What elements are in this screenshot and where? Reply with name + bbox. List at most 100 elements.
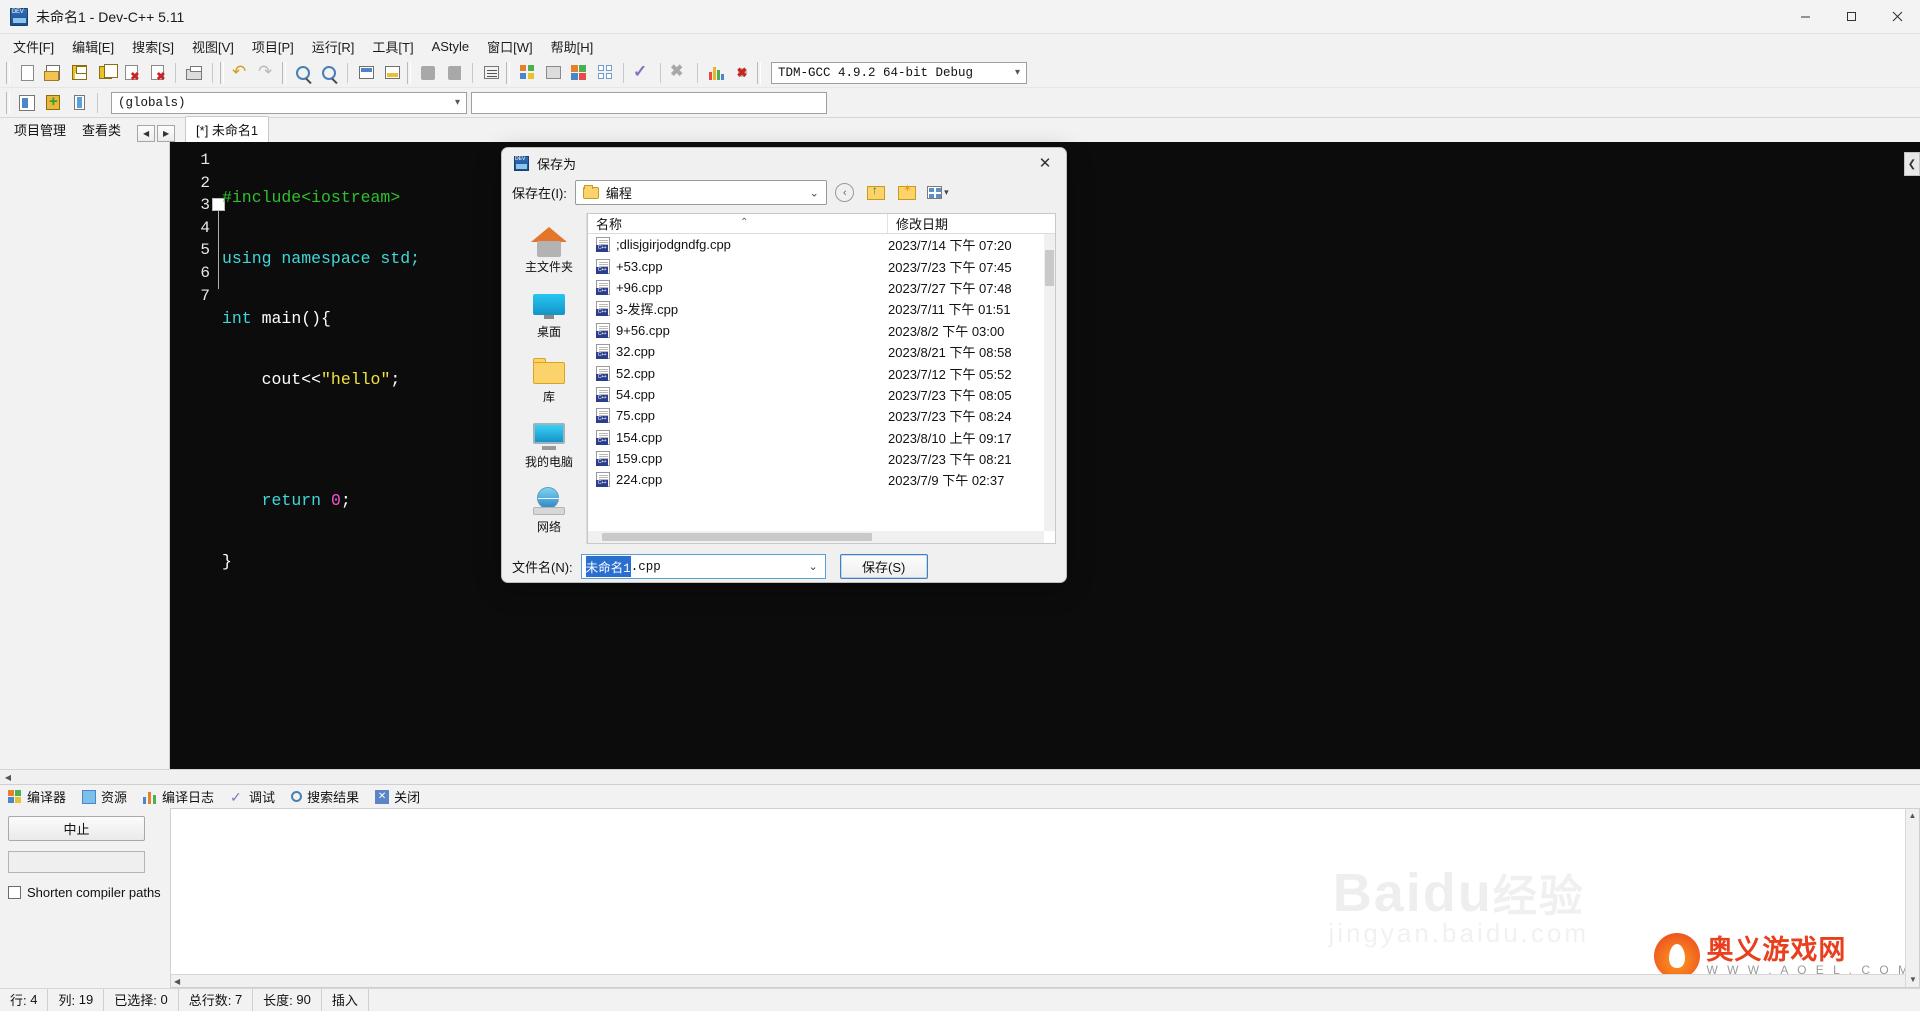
bottom-tab-search-results[interactable]: 搜索结果 (291, 787, 359, 806)
open-file-button[interactable] (40, 61, 66, 85)
scroll-down-arrow[interactable]: ▼ (1906, 973, 1919, 987)
table-row[interactable]: 9+56.cpp 2023/8/2 下午 03:00 (588, 320, 1055, 341)
save-button[interactable]: 保存(S) (839, 554, 928, 579)
menu-tools[interactable]: 工具[T] (363, 35, 422, 58)
new-project-button[interactable] (415, 61, 441, 85)
add-to-project-button[interactable] (40, 91, 66, 115)
editor-tab-untitled1[interactable]: [*] 未命名1 (185, 116, 270, 142)
filename-input[interactable]: 未命名1 .cpp ⌄ (580, 554, 826, 579)
save-button[interactable] (66, 61, 92, 85)
class-scope-combo[interactable]: (globals) ▾ (111, 91, 467, 114)
redo-button[interactable]: ↷ (254, 61, 280, 85)
run-button[interactable] (540, 61, 566, 85)
close-all-button[interactable] (144, 61, 170, 85)
tab-prev-button[interactable]: ◀ (137, 125, 156, 142)
chevron-down-icon[interactable]: ⌄ (808, 560, 817, 574)
bottom-tab-close[interactable]: ✕ 关闭 (375, 787, 420, 806)
goto-line-button[interactable] (353, 61, 379, 85)
new-folder-button[interactable] (894, 180, 920, 205)
tab-class-browser[interactable]: 查看类 (74, 118, 129, 142)
find-button[interactable] (290, 61, 316, 85)
syntax-check-button[interactable]: ✓ (629, 61, 655, 85)
open-project-button[interactable] (441, 61, 467, 85)
menu-project[interactable]: 项目[P] (243, 35, 303, 58)
scrollbar-thumb[interactable] (602, 533, 872, 541)
table-row[interactable]: ;dlisjgirjodgndfg.cpp 2023/7/14 下午 07:20 (588, 234, 1055, 255)
stop-execution-button[interactable]: ✖ (666, 61, 692, 85)
save-as-dialog[interactable]: 保存为 ✕ 保存在(I): 编程 ⌄ ‹ ▾ 主 (501, 147, 1067, 583)
bottom-tab-compile-log[interactable]: 编译日志 (143, 787, 214, 806)
column-header-name[interactable]: 名称 (588, 214, 888, 233)
compiler-set-combo[interactable]: TDM-GCC 4.9.2 64-bit Debug ▾ (771, 61, 1027, 84)
editor-hscrollbar[interactable]: ◀ (0, 769, 1920, 784)
dialog-close-button[interactable]: ✕ (1024, 148, 1066, 178)
close-button[interactable] (1874, 0, 1920, 34)
profile-button[interactable] (703, 61, 729, 85)
menu-edit[interactable]: 编辑[E] (63, 35, 123, 58)
bottom-tab-resources[interactable]: 资源 (82, 787, 127, 806)
menu-run[interactable]: 运行[R] (303, 35, 364, 58)
table-row[interactable]: 52.cpp 2023/7/12 下午 05:52 (588, 362, 1055, 383)
compile-run-button[interactable] (566, 61, 592, 85)
project-options-button[interactable] (478, 61, 504, 85)
print-button[interactable] (181, 61, 207, 85)
shorten-paths-row[interactable]: Shorten compiler paths (8, 885, 162, 900)
maximize-button[interactable] (1828, 0, 1874, 34)
bottom-tab-debug[interactable]: ✓ 调试 (230, 787, 275, 806)
menu-view[interactable]: 视图[V] (183, 35, 243, 58)
log-vscrollbar[interactable]: ▲ ▼ (1905, 809, 1919, 987)
menu-search[interactable]: 搜索[S] (123, 35, 183, 58)
menu-help[interactable]: 帮助[H] (542, 35, 603, 58)
member-combo[interactable] (471, 91, 827, 114)
table-row[interactable]: +53.cpp 2023/7/23 下午 07:45 (588, 255, 1055, 276)
save-all-button[interactable] (92, 61, 118, 85)
goto-function-button[interactable] (379, 61, 405, 85)
place-computer[interactable]: 我的电脑 (513, 414, 585, 470)
file-list-vscrollbar[interactable] (1044, 234, 1055, 531)
save-in-combo[interactable]: 编程 ⌄ (574, 180, 827, 205)
table-row[interactable]: 3-发挥.cpp 2023/7/11 下午 01:51 (588, 298, 1055, 319)
shorten-paths-checkbox[interactable] (8, 886, 21, 899)
scroll-left-arrow[interactable]: ◀ (0, 770, 16, 784)
up-one-level-button[interactable] (863, 180, 889, 205)
menu-file[interactable]: 文件[F] (4, 35, 63, 58)
rebuild-button[interactable] (592, 61, 618, 85)
undo-button[interactable]: ↶ (228, 61, 254, 85)
close-file-button[interactable] (118, 61, 144, 85)
table-row[interactable]: 159.cpp 2023/7/23 下午 08:21 (588, 448, 1055, 469)
tab-next-button[interactable]: ▶ (157, 125, 176, 142)
scrollbar-thumb[interactable] (1045, 250, 1054, 286)
place-home[interactable]: 主文件夹 (513, 219, 585, 275)
table-row[interactable]: 75.cpp 2023/7/23 下午 08:24 (588, 405, 1055, 426)
tab-project-manager[interactable]: 项目管理 (6, 118, 74, 142)
compiler-log-view[interactable]: Baidu经验 jingyan.baidu.com 奥义游戏网 W W W . … (170, 808, 1920, 988)
place-desktop[interactable]: 桌面 (513, 284, 585, 340)
table-row[interactable]: 32.cpp 2023/8/21 下午 08:58 (588, 341, 1055, 362)
table-row[interactable]: +96.cpp 2023/7/27 下午 07:48 (588, 277, 1055, 298)
replace-button[interactable] (316, 61, 342, 85)
new-file-button[interactable] (14, 61, 40, 85)
column-header-modified[interactable]: 修改日期 (888, 214, 948, 233)
scroll-left-arrow[interactable]: ◀ (171, 975, 1905, 987)
file-list-hscrollbar[interactable] (588, 531, 1044, 543)
bottom-tab-compiler[interactable]: 编译器 (8, 787, 66, 806)
file-list[interactable]: 名称 修改日期 ⌃ ;dlisjgirjodgndfg.cpp 2023/7/14… (587, 213, 1056, 544)
place-library[interactable]: 库 (513, 349, 585, 405)
view-mode-button[interactable]: ▾ (925, 180, 951, 205)
debug-button[interactable] (729, 61, 755, 85)
menu-window[interactable]: 窗口[W] (478, 35, 542, 58)
place-network[interactable]: 网络 (513, 479, 585, 535)
compile-button[interactable] (514, 61, 540, 85)
table-row[interactable]: 154.cpp 2023/8/10 上午 09:17 (588, 427, 1055, 448)
toggle-bookmark-button[interactable] (66, 91, 92, 115)
abort-button[interactable]: 中止 (8, 816, 145, 841)
panel-collapse-button[interactable]: ❮ (1904, 152, 1920, 176)
back-button[interactable]: ‹ (832, 180, 858, 205)
minimize-button[interactable] (1782, 0, 1828, 34)
table-row[interactable]: 224.cpp 2023/7/9 下午 02:37 (588, 469, 1055, 490)
log-hscrollbar[interactable]: ◀ (171, 974, 1905, 987)
table-row[interactable]: 54.cpp 2023/7/23 下午 08:05 (588, 384, 1055, 405)
insert-button[interactable] (14, 91, 40, 115)
menu-astyle[interactable]: AStyle (423, 37, 479, 56)
scroll-up-arrow[interactable]: ▲ (1906, 809, 1919, 823)
